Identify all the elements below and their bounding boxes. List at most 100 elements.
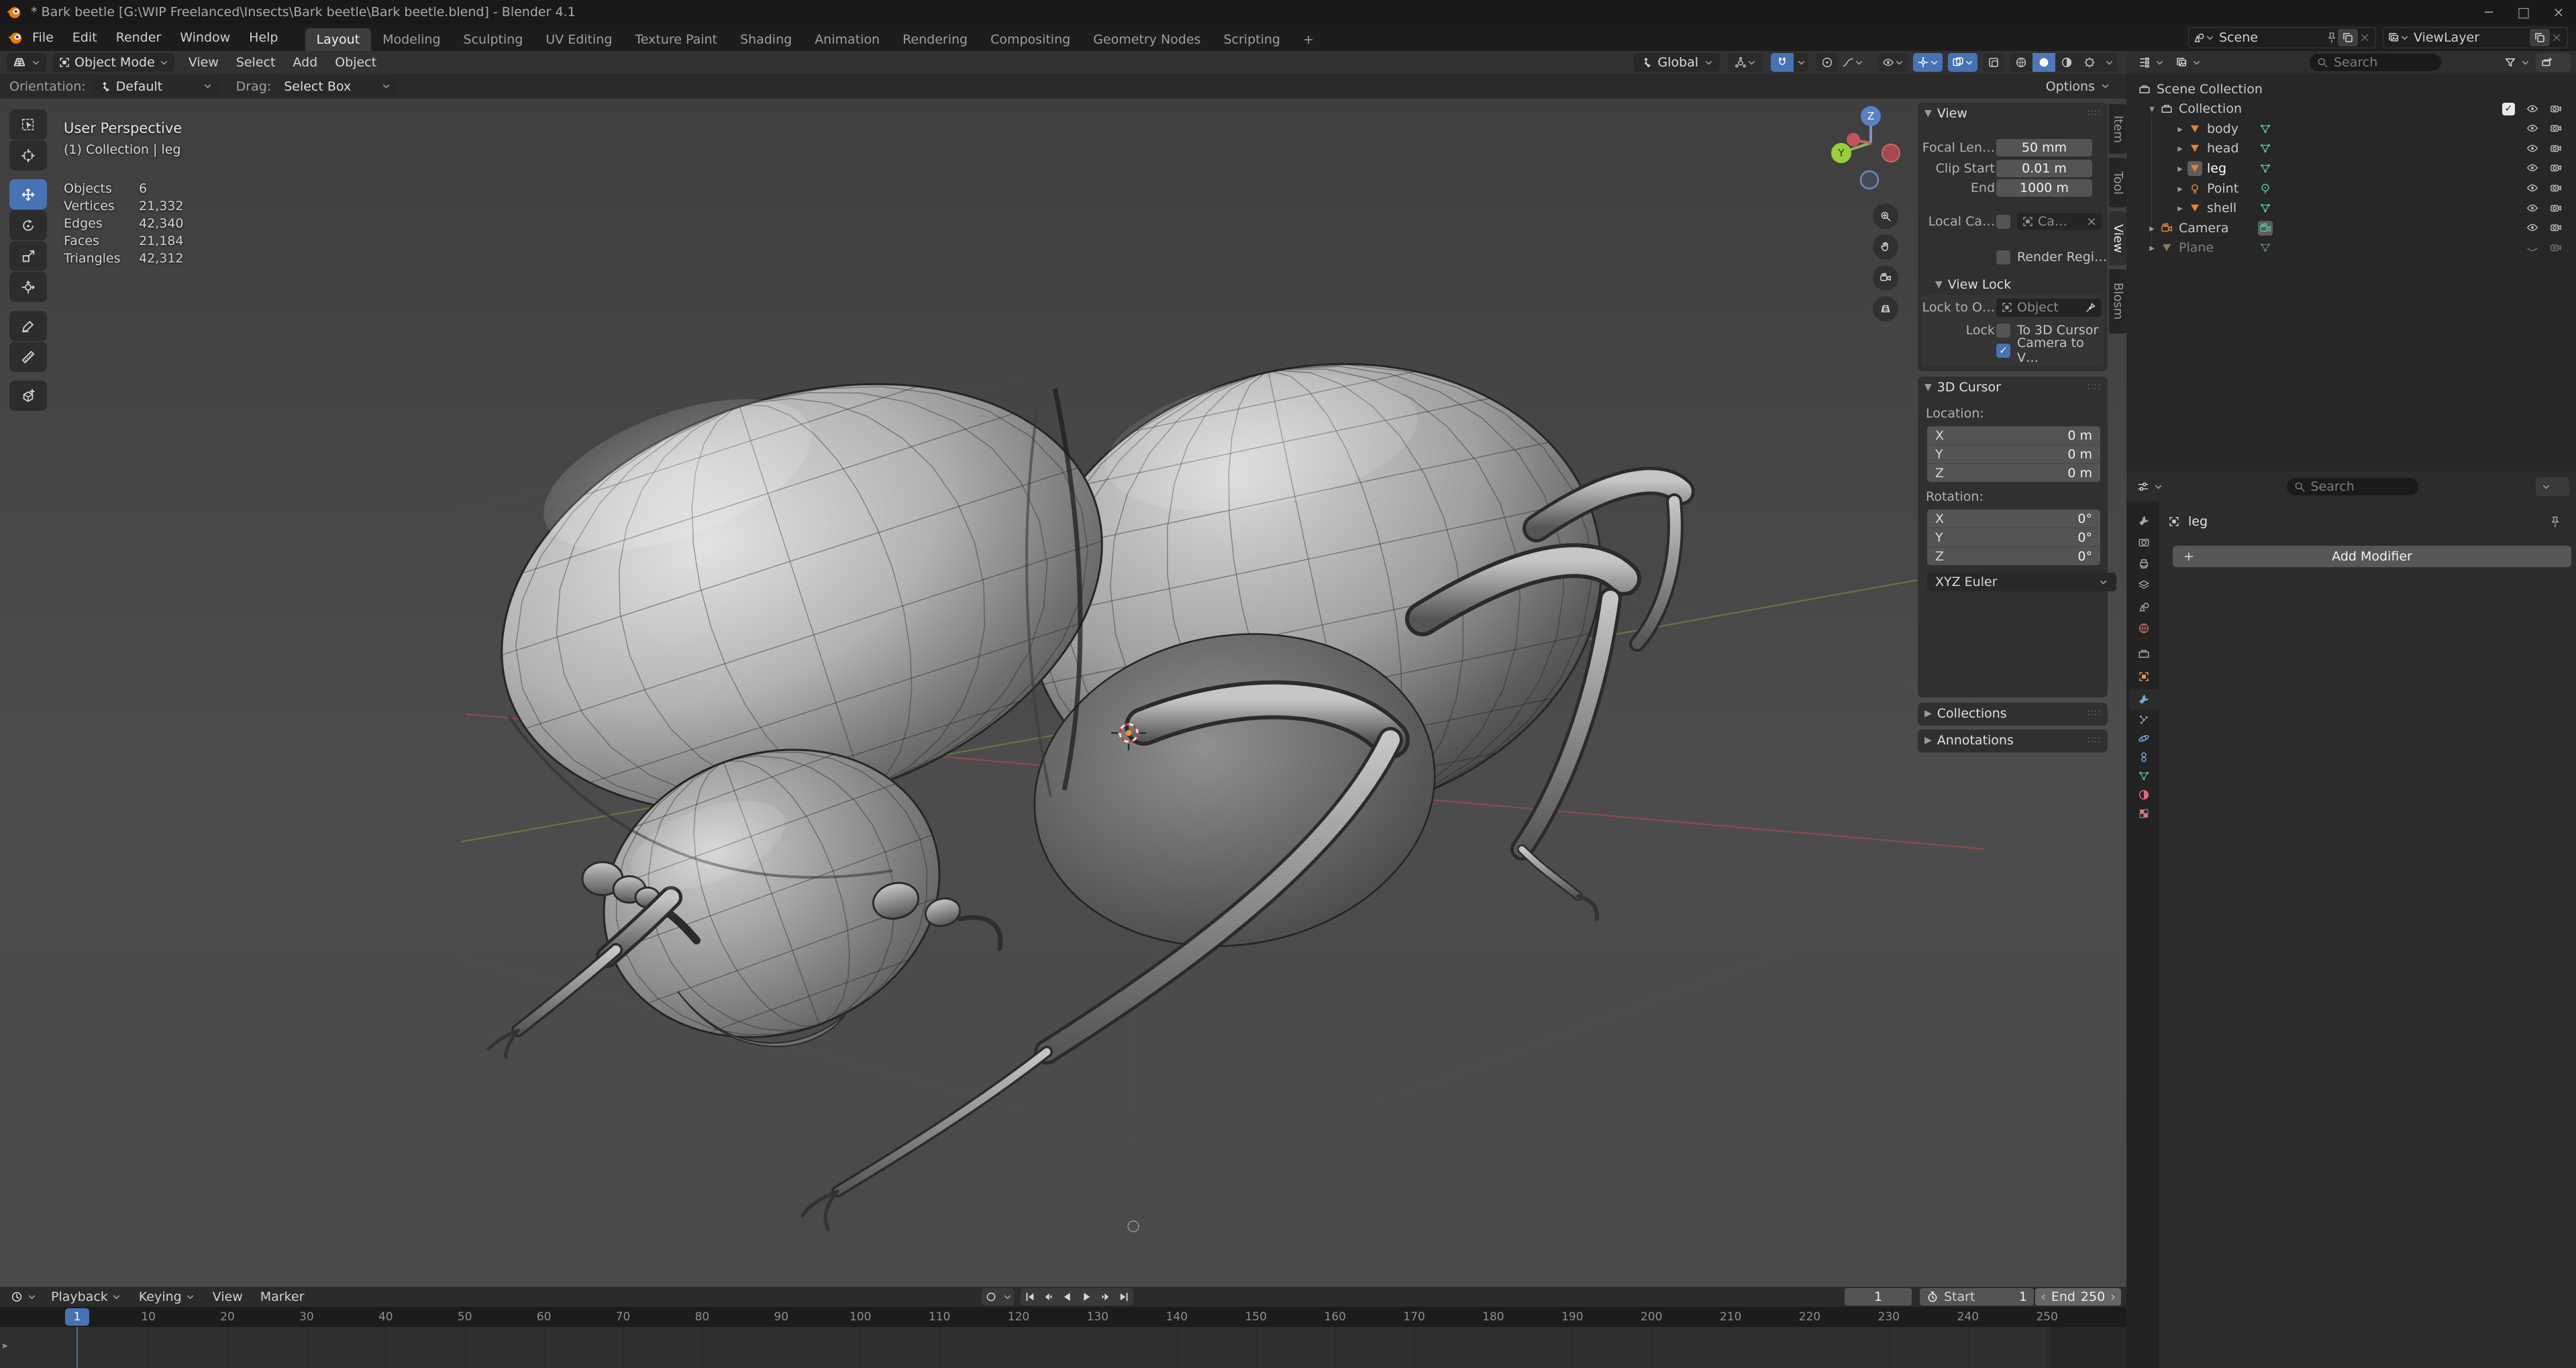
timeline-editor-type-button[interactable] [5,1287,42,1306]
3d-cursor-panel-header[interactable]: ▼ 3D Cursor ∷∷ [1918,377,2108,398]
properties-tab-object[interactable] [2129,667,2159,687]
hide-in-viewport-icon[interactable] [2526,122,2538,134]
hide-in-viewport-icon[interactable] [2526,162,2538,174]
nav-zoom-button[interactable] [1873,203,1898,229]
properties-tab-scene[interactable] [2129,597,2159,617]
nav-camera-view-button[interactable] [1873,265,1898,291]
eyedropper-icon[interactable] [2085,301,2097,313]
viewport-menu-view[interactable]: View [180,55,227,70]
beetle-model[interactable] [446,311,1695,1231]
nav-toggle-ortho-button[interactable] [1873,296,1898,322]
collections-panel-header[interactable]: ▶ Collections ∷∷ [1918,703,2108,724]
disable-in-render-icon[interactable] [2550,142,2562,154]
local-camera-checkbox[interactable] [1996,214,2010,229]
pivot-point-dropdown[interactable] [1728,53,1763,72]
workspace-tab-uv-editing[interactable]: UV Editing [534,28,623,51]
unlink-scene-icon[interactable]: × [2359,30,2370,45]
disable-in-render-icon[interactable] [2550,162,2562,174]
panel-grip[interactable]: ∷∷ [2088,108,2101,119]
play-reverse-button[interactable] [1058,1288,1077,1306]
scene-selector[interactable]: Scene × [2188,27,2376,48]
nav-pan-button[interactable] [1873,234,1898,260]
timeline-expand-chevron[interactable]: ▸ [3,1339,8,1351]
lock-to-object-field[interactable]: Object [1996,298,2102,317]
viewport-menu-select[interactable]: Select [227,55,285,70]
transform-orientation-dropdown[interactable]: Global [1634,53,1720,72]
timeline-menu-playback[interactable]: Playback [42,1289,130,1304]
workspace-tab-compositing[interactable]: Compositing [979,28,1082,51]
disable-in-render-icon[interactable] [2550,202,2562,214]
shading-solid[interactable] [2032,53,2055,72]
tool-annotate[interactable] [9,311,47,341]
properties-tab-world[interactable] [2129,618,2159,638]
cursor-rotation-y[interactable]: Y 0° [1927,528,2100,547]
sidebar-tab-tool[interactable]: Tool [2109,158,2126,207]
menu-render[interactable]: Render [107,24,171,51]
mode-selector[interactable]: Object Mode [53,53,174,72]
outliner-row-collection[interactable]: ▾ Collection ✓ [2126,99,2576,119]
hide-in-viewport-icon[interactable] [2526,182,2538,194]
orientation-default-dropdown[interactable]: Default [92,77,219,96]
outliner-row-scene-collection[interactable]: Scene Collection [2126,79,2576,99]
shading-dropdown[interactable] [2101,53,2117,72]
tool-add-cube[interactable] [9,381,47,411]
prev-keyframe-button[interactable] [1039,1288,1058,1306]
hide-in-viewport-icon[interactable] [2526,222,2538,234]
menu-file[interactable]: File [23,24,63,51]
euler-mode-dropdown[interactable]: XYZ Euler [1927,573,2116,591]
workspace-tab-sculpting[interactable]: Sculpting [452,28,535,51]
workspace-tab-rendering[interactable]: Rendering [891,28,979,51]
close-button[interactable]: × [2541,0,2576,24]
properties-tab-particles[interactable] [2129,710,2159,730]
sidebar-tab-blosm[interactable]: Blosm [2109,269,2126,334]
proportional-edit-toggle[interactable] [1816,53,1838,72]
snap-settings-dropdown[interactable] [1794,53,1808,72]
menu-help[interactable]: Help [240,24,287,51]
blender-menu-icon[interactable] [8,30,23,45]
frame-end-field[interactable]: ‹ End 250 › [2035,1288,2121,1306]
clip-end-field[interactable]: 1000 m [1996,179,2092,197]
add-workspace-button[interactable]: + [1292,28,1325,51]
playhead-marker[interactable]: 1 [65,1308,89,1326]
menu-window[interactable]: Window [170,24,240,51]
add-modifier-button[interactable]: + Add Modifier [2173,546,2571,567]
auto-key-settings-dropdown[interactable] [1000,1288,1014,1306]
expander-icon[interactable]: ▸ [2173,202,2187,214]
jump-start-button[interactable] [1021,1288,1039,1306]
sidebar-tab-view[interactable]: View [2109,211,2126,265]
annotations-panel-header[interactable]: ▶ Annotations ∷∷ [1918,730,2108,751]
timeline-menu-view[interactable]: View [204,1289,252,1304]
collection-checkbox[interactable]: ✓ [2502,102,2515,115]
navigation-gizmo[interactable]: ZY [1831,106,1900,190]
panel-grip[interactable]: ∷∷ [2088,735,2101,746]
play-button[interactable] [1077,1288,1096,1306]
cursor-location-y[interactable]: Y0 m [1927,445,2100,464]
3d-viewport[interactable]: ZY User Perspective (1) Collection | leg… [0,99,2126,1287]
hide-in-viewport-icon[interactable] [2526,202,2538,214]
outliner-row-head[interactable]: ▸ head [2126,139,2576,158]
expander-icon[interactable]: ▸ [2145,242,2159,254]
properties-tab-output[interactable] [2129,554,2159,574]
properties-tab-texture[interactable] [2129,803,2159,824]
workspace-tab-modeling[interactable]: Modeling [371,28,452,51]
properties-options-dropdown[interactable] [2536,477,2569,496]
hide-in-viewport-icon[interactable] [2526,103,2538,115]
hidden-in-viewport-icon[interactable] [2526,242,2538,254]
disable-in-render-icon[interactable] [2550,182,2562,194]
local-camera-field[interactable]: Ca… × [2017,213,2102,230]
tool-select-box[interactable] [9,109,47,140]
outliner-row-shell[interactable]: ▸ shell [2126,199,2576,218]
snap-toggle[interactable] [1771,53,1794,72]
tool-rotate[interactable] [9,210,47,240]
clip-start-field[interactable]: 0.01 m [1996,160,2092,177]
new-viewlayer-button[interactable] [2530,29,2551,46]
remove-viewlayer-icon[interactable]: × [2551,30,2562,45]
current-frame-field[interactable]: 1 [1845,1288,1912,1306]
new-collection-button[interactable] [2536,53,2571,72]
viewlayer-selector[interactable]: ViewLayer × [2383,27,2568,48]
to-3d-cursor-checkbox[interactable] [1996,323,2010,338]
tool-scale[interactable] [9,241,47,271]
focal-length-field[interactable]: 50 mm [1996,139,2092,156]
workspace-tab-animation[interactable]: Animation [803,28,891,51]
hide-in-viewport-icon[interactable] [2526,142,2538,154]
